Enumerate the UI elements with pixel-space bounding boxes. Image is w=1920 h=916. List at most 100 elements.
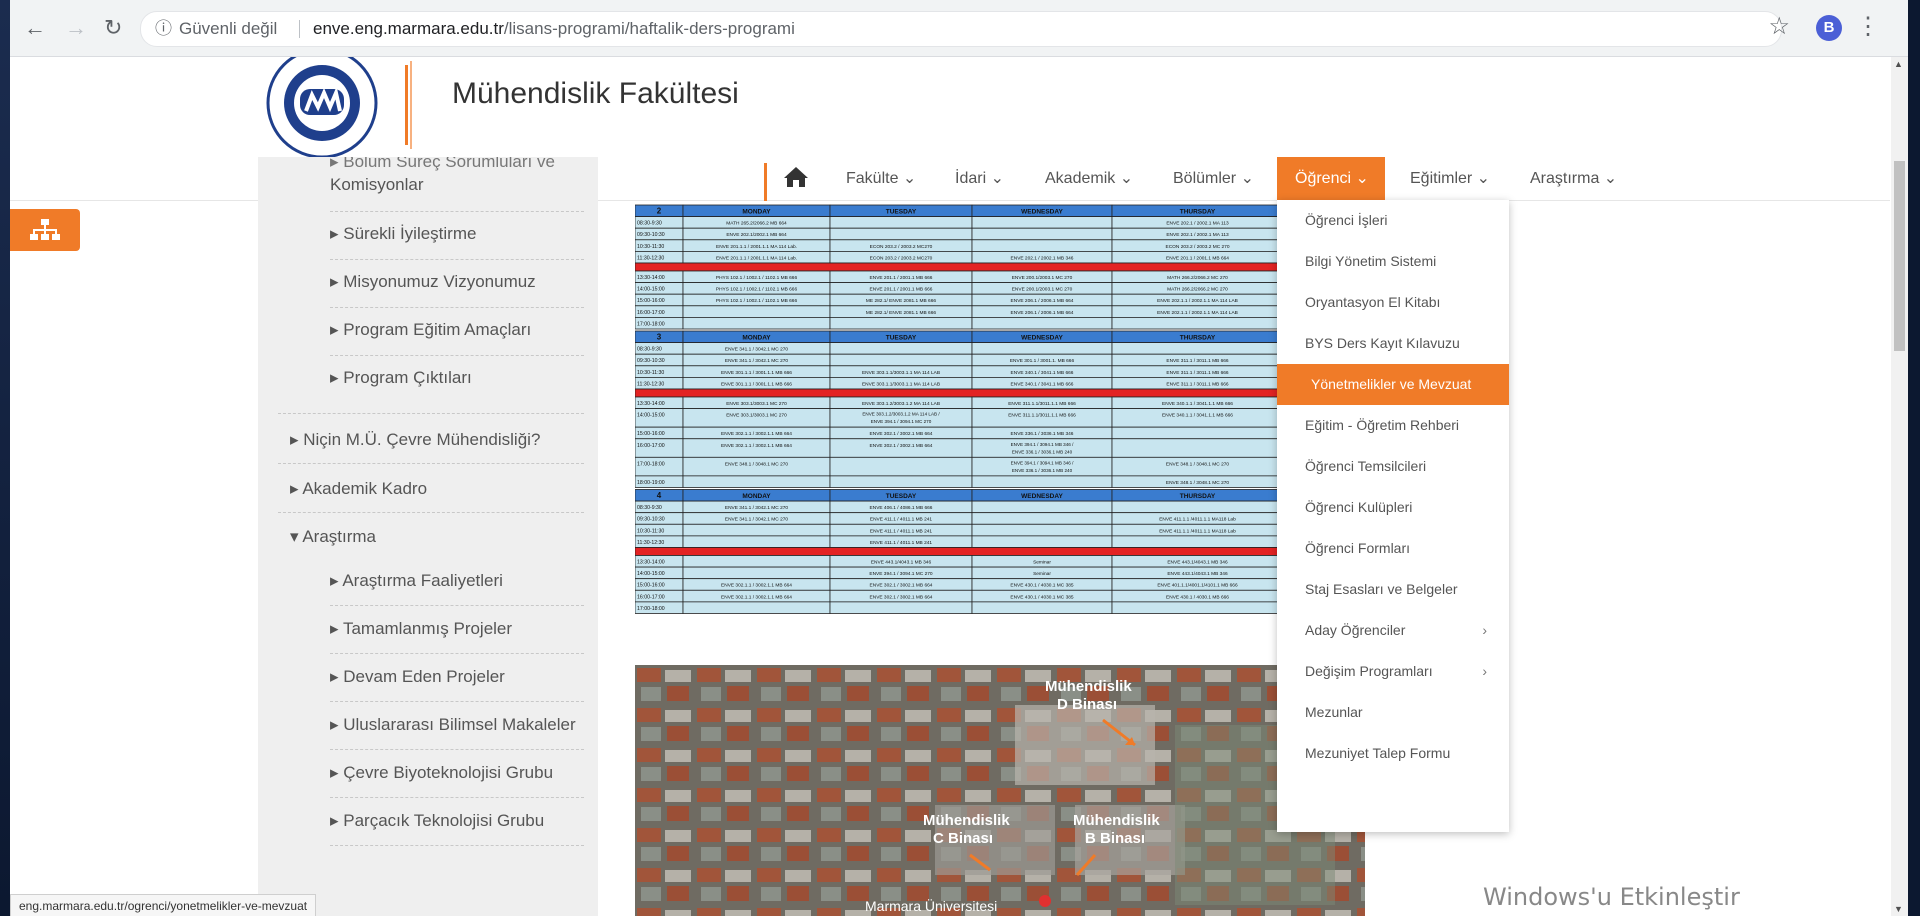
schedule-course-label: ENVE 202.1 / 2002.1 MA 113 (1166, 232, 1229, 238)
dropdown-item-regulations[interactable]: Yönetmelikler ve Mevzuat (1277, 364, 1509, 405)
schedule-cell (971, 523, 1113, 537)
sidebar-item-continuous-improvement[interactable]: ▸ Sürekli İyileştirme (330, 224, 584, 244)
schedule-course-label: ECON 203.2 / 2003.2 MC 270 (1166, 244, 1230, 250)
schedule-course-label: ENVE 336.1 / 3036.1 MB 346 (1011, 431, 1074, 437)
sidebar-divider (330, 605, 584, 606)
security-label[interactable]: Güvenli değil (179, 12, 277, 46)
site-title[interactable]: Mühendislik Fakültesi (452, 77, 739, 111)
schedule-cell (971, 227, 1113, 241)
schedule-course-label: ENVE 340.1 / 3041.1 MB 666 (1011, 370, 1074, 376)
dropdown-item-course-registration-guide[interactable]: BYS Ders Kayıt Kılavuzu (1277, 323, 1509, 364)
sidebar-item-program-outcomes[interactable]: ▸ Program Çıktıları (330, 368, 584, 388)
menu-arastirma[interactable]: Araştırma ⌄ (1530, 157, 1617, 200)
menu-idari[interactable]: İdari ⌄ (955, 157, 1004, 200)
scroll-up-icon[interactable]: ▲ (1894, 59, 1903, 69)
dropdown-item-label: Öğrenci İşleri (1305, 212, 1388, 228)
sidebar-item-international-articles[interactable]: ▸ Uluslararası Bilimsel Makaleler (330, 715, 584, 735)
university-logo[interactable] (266, 57, 378, 159)
dropdown-item-student-representatives[interactable]: Öğrenci Temsilcileri (1277, 446, 1509, 487)
schedule-course-label: ENVE 303.1.1/3003.1.1 MA 114 LAB (862, 370, 940, 376)
dropdown-item-bys[interactable]: Bilgi Yönetim Sistemi (1277, 241, 1509, 282)
info-icon[interactable]: ⓘ (155, 12, 172, 46)
schedule-time-label: 10:30-11:30 (637, 528, 664, 534)
menu-bolumler[interactable]: Bölümler ⌄ (1173, 157, 1254, 200)
chevron-right-icon: › (1482, 663, 1487, 679)
campus-aerial-map: Mühendislik D Binası Mühendislik C Binas… (635, 665, 1365, 916)
schedule-time-label: 10:30-11:30 (637, 244, 664, 250)
sitemap-tab[interactable] (10, 209, 80, 251)
dropdown-item-student-clubs[interactable]: Öğrenci Kulüpleri (1277, 487, 1509, 528)
dropdown-item-education-guide[interactable]: Eğitim - Öğretim Rehberi (1277, 405, 1509, 446)
sidebar-divider (330, 259, 584, 260)
schedule-cell (829, 475, 973, 488)
schedule-day-label: TUESDAY (886, 209, 917, 216)
sidebar-item-ongoing-projects[interactable]: ▸ Devam Eden Projeler (330, 667, 584, 687)
back-icon[interactable]: ← (24, 14, 46, 42)
home-icon[interactable] (783, 165, 809, 189)
page-scrollbar[interactable]: ▲ ▼ (1891, 57, 1908, 916)
profile-avatar[interactable]: B (1816, 15, 1842, 41)
menu-fakulte[interactable]: Fakülte ⌄ (846, 157, 916, 200)
sidebar-item-committees[interactable]: ▸ Bölüm Süreç Sorumluları ve (330, 157, 584, 177)
dropdown-item-internship[interactable]: Staj Esasları ve Belgeler (1277, 569, 1509, 610)
sidebar-item-mission-vision[interactable]: ▸ Misyonumuz Vizyonumuz (330, 272, 584, 292)
dropdown-item-label: Bilgi Yönetim Sistemi (1305, 253, 1437, 269)
label-building-c-line1: Mühendislik (923, 812, 1010, 829)
sidebar-item-biotech-group[interactable]: ▸ Çevre Biyoteknolojisi Grubu (330, 763, 584, 783)
sidebar-item-completed-projects[interactable]: ▸ Tamamlanmış Projeler (330, 619, 584, 639)
sidebar-item-program-objectives[interactable]: ▸ Program Eğitim Amaçları (330, 320, 584, 340)
dropdown-item-graduation-form[interactable]: Mezuniyet Talep Formu (1277, 733, 1509, 774)
menu-ogrenci[interactable]: Öğrenci ⌄ (1277, 157, 1385, 200)
scroll-down-icon[interactable]: ▼ (1894, 904, 1903, 914)
schedule-time-label: 16:00-17:00 (637, 443, 665, 449)
schedule-course-label: ECON 203.2 / 2003.2 MC270 (870, 255, 933, 261)
sitemap-icon (30, 219, 60, 240)
schedule-lunch-break (635, 388, 1283, 398)
dropdown-item-label: Mezuniyet Talep Formu (1305, 745, 1451, 761)
address-bar[interactable]: ⓘ Güvenli değil enve.eng.marmara.edu.tr/… (140, 11, 1782, 47)
schedule-course-label: ENVE 394.1 / 3094.1 MB 346 / (1011, 442, 1075, 447)
label-building-d-line2: D Binası (1057, 696, 1117, 713)
dropdown-item-student-forms[interactable]: Öğrenci Formları (1277, 528, 1509, 569)
windows-activation-watermark: Windows'u Etkinleştir (1483, 883, 1740, 911)
schedule-course-label: ENVE 302.1 / 3002.1 MB 664 (870, 443, 933, 449)
sidebar-item-particle-group[interactable]: ▸ Parçacık Teknolojisi Grubu (330, 811, 584, 831)
schedule-course-label: ENVE 341.1 / 3042.1 MC 270 (725, 358, 789, 364)
schedule-time-label: 09:30-10:30 (637, 232, 665, 238)
sidebar-item-why-environmental[interactable]: ▸ Niçin M.Ü. Çevre Mühendisliği? (290, 430, 630, 450)
dropdown-item-orientation[interactable]: Oryantasyon El Kitabı (1277, 282, 1509, 323)
schedule-time-label: 17:00-18:00 (637, 461, 665, 467)
menu-akademik[interactable]: Akademik ⌄ (1045, 157, 1133, 200)
sidebar-item-research[interactable]: ▾ Araştırma (290, 527, 630, 547)
schedule-cell (971, 535, 1113, 548)
dropdown-item-prospective-students[interactable]: Aday Öğrenciler › (1277, 610, 1509, 651)
dropdown-item-alumni[interactable]: Mezunlar (1277, 692, 1509, 733)
schedule-course-label: MATH 266.2/2066.2 MC 270 (1167, 287, 1228, 293)
link-status-bar: eng.marmara.edu.tr/ogrenci/yonetmelikler… (10, 894, 317, 916)
dropdown-item-ogrenci-isleri[interactable]: Öğrenci İşleri (1277, 200, 1509, 241)
schedule-time-label: 13:30-14:00 (637, 401, 665, 407)
schedule-time-label: 11:30-12:30 (637, 255, 664, 261)
schedule-course-label: ENVE 443.1/4043.1 MB 346 (871, 559, 932, 565)
scroll-thumb[interactable] (1894, 161, 1905, 351)
dropdown-item-exchange-programs[interactable]: Değişim Programları › (1277, 651, 1509, 692)
schedule-cell (971, 512, 1113, 525)
sidebar-item-committees-cont[interactable]: Komisyonlar (330, 175, 584, 195)
dropdown-item-label: Öğrenci Temsilcileri (1305, 458, 1427, 474)
sidebar-item-research-activities[interactable]: ▸ Araştırma Faaliyetleri (330, 571, 584, 591)
schedule-day-label: MONDAY (742, 493, 771, 500)
forward-icon[interactable]: → (65, 14, 87, 42)
schedule-cell (1111, 535, 1283, 548)
url-text[interactable]: enve.eng.marmara.edu.tr/lisans-programi/… (313, 12, 795, 46)
menu-egitimler[interactable]: Eğitimler ⌄ (1410, 157, 1490, 200)
weekly-schedule-table: 2 MONDAY TUESDAY WEDNESDAY THURSDAY 08:30-9:3… (635, 204, 1283, 614)
reload-icon[interactable]: ↻ (104, 14, 122, 42)
schedule-course-label: ENVE 302.1 / 3002.1 MB 664 (870, 583, 933, 589)
bookmark-star-icon[interactable]: ☆ (1768, 12, 1790, 41)
schedule-time-label: 14:00-15:00 (637, 413, 665, 419)
sidebar-item-academic-staff[interactable]: ▸ Akademik Kadro (290, 479, 630, 499)
schedule-cell (829, 601, 973, 614)
schedule-course-label: ENVE 302.1 / 3002.1 MB 664 (870, 431, 933, 437)
browser-menu-icon[interactable]: ⋮ (1856, 12, 1880, 41)
schedule-cell (971, 216, 1113, 229)
